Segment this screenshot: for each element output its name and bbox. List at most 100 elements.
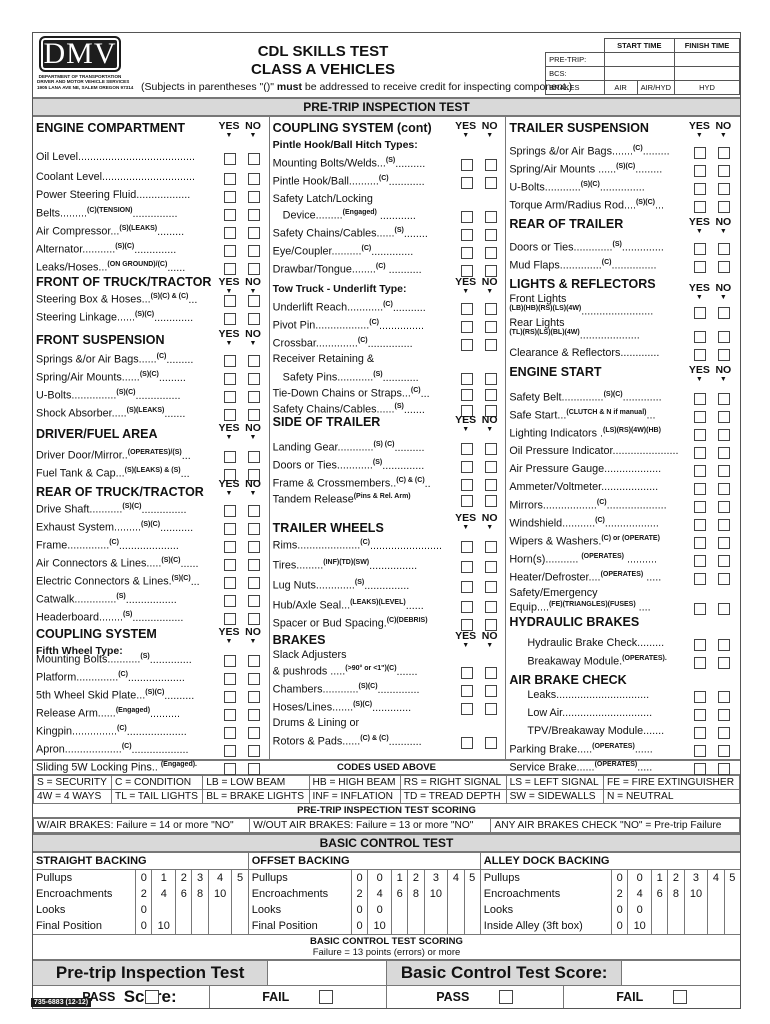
no-checkbox[interactable] xyxy=(718,147,731,159)
bct-score-cell[interactable]: 4 xyxy=(367,886,392,902)
yes-checkbox[interactable] xyxy=(694,555,707,567)
bct-score-cell[interactable] xyxy=(423,918,448,934)
bct-score-cell[interactable]: 0 xyxy=(350,869,368,886)
yes-checkbox[interactable] xyxy=(224,173,236,185)
no-checkbox[interactable] xyxy=(484,685,497,697)
bct-score-cell[interactable]: 5 xyxy=(463,869,481,886)
yes-checkbox[interactable] xyxy=(224,691,236,703)
yes-checkbox[interactable] xyxy=(460,229,473,241)
bct-score-cell[interactable] xyxy=(447,886,465,902)
no-checkbox[interactable] xyxy=(718,483,731,495)
yes-checkbox[interactable] xyxy=(224,263,236,275)
yes-checkbox[interactable] xyxy=(460,703,473,715)
bcs-finish-field[interactable] xyxy=(674,66,740,81)
yes-checkbox[interactable] xyxy=(694,147,707,159)
no-checkbox[interactable] xyxy=(484,443,497,455)
yes-checkbox[interactable] xyxy=(460,339,473,351)
pretrip-pass-checkbox[interactable] xyxy=(145,990,160,1004)
bct-score-cell[interactable]: 0 xyxy=(135,902,152,918)
yes-checkbox[interactable] xyxy=(460,581,473,593)
bct-score-cell[interactable]: 4 xyxy=(627,886,652,902)
bct-score-cell[interactable]: 3 xyxy=(191,869,209,886)
bct-score-cell[interactable]: 10 xyxy=(207,886,232,902)
yes-checkbox[interactable] xyxy=(694,261,707,273)
bct-score-cell[interactable]: 10 xyxy=(683,886,708,902)
brake-air[interactable]: AIR xyxy=(603,80,638,95)
bct-score-cell[interactable]: 0 xyxy=(135,918,152,934)
yes-checkbox[interactable] xyxy=(694,483,707,495)
yes-checkbox[interactable] xyxy=(224,763,236,775)
no-checkbox[interactable] xyxy=(248,655,260,667)
yes-checkbox[interactable] xyxy=(460,303,473,315)
yes-checkbox[interactable] xyxy=(694,657,707,669)
bct-score-cell[interactable] xyxy=(683,918,708,934)
bct-score-cell[interactable]: 0 xyxy=(627,902,652,918)
yes-checkbox[interactable] xyxy=(224,373,236,385)
bct-score-cell[interactable]: 0 xyxy=(350,902,368,918)
bct-score-cell[interactable] xyxy=(683,902,708,918)
no-checkbox[interactable] xyxy=(718,657,731,669)
yes-checkbox[interactable] xyxy=(460,389,473,401)
no-checkbox[interactable] xyxy=(718,555,731,567)
yes-checkbox[interactable] xyxy=(224,245,236,257)
bct-score-cell[interactable]: 0 xyxy=(350,918,368,934)
bct-score-cell[interactable]: 8 xyxy=(407,886,424,902)
no-checkbox[interactable] xyxy=(718,183,731,195)
no-checkbox[interactable] xyxy=(484,479,497,491)
no-checkbox[interactable] xyxy=(248,355,260,367)
no-checkbox[interactable] xyxy=(718,165,731,177)
no-checkbox[interactable] xyxy=(248,263,260,275)
yes-checkbox[interactable] xyxy=(460,541,473,553)
yes-checkbox[interactable] xyxy=(224,655,236,667)
bct-score-cell[interactable]: 5 xyxy=(231,869,249,886)
bct-score-cell[interactable]: 0 xyxy=(611,869,628,886)
no-checkbox[interactable] xyxy=(718,429,731,441)
bct-score-cell[interactable] xyxy=(463,886,481,902)
pretrip-score-field[interactable] xyxy=(268,961,387,985)
no-checkbox[interactable] xyxy=(718,691,731,703)
no-checkbox[interactable] xyxy=(484,177,497,189)
no-checkbox[interactable] xyxy=(718,727,731,739)
bct-score-cell[interactable] xyxy=(463,902,481,918)
bct-score-cell[interactable]: 4 xyxy=(207,869,232,886)
yes-checkbox[interactable] xyxy=(694,519,707,531)
bct-score-cell[interactable]: 2 xyxy=(135,886,152,902)
no-checkbox[interactable] xyxy=(484,303,497,315)
no-checkbox[interactable] xyxy=(484,373,497,385)
no-checkbox[interactable] xyxy=(718,349,731,361)
no-checkbox[interactable] xyxy=(248,153,260,165)
no-checkbox[interactable] xyxy=(718,639,731,651)
no-checkbox[interactable] xyxy=(248,673,260,685)
no-checkbox[interactable] xyxy=(484,541,497,553)
bct-score-cell[interactable]: 10 xyxy=(151,918,176,934)
bct-score-cell[interactable]: 1 xyxy=(151,869,176,886)
bct-score-cell[interactable] xyxy=(231,918,249,934)
yes-checkbox[interactable] xyxy=(460,685,473,697)
bct-score-cell[interactable]: 1 xyxy=(391,869,408,886)
brake-air-hyd[interactable]: AIR/HYD xyxy=(636,80,676,95)
bct-score-cell[interactable]: 4 xyxy=(707,869,725,886)
yes-checkbox[interactable] xyxy=(694,745,707,757)
yes-checkbox[interactable] xyxy=(460,373,473,385)
yes-checkbox[interactable] xyxy=(224,227,236,239)
bcs-start-field[interactable] xyxy=(603,66,676,81)
yes-checkbox[interactable] xyxy=(224,577,236,589)
yes-checkbox[interactable] xyxy=(694,393,707,405)
no-checkbox[interactable] xyxy=(718,331,731,343)
no-checkbox[interactable] xyxy=(484,703,497,715)
pretrip-start-field[interactable] xyxy=(603,52,676,67)
bct-score-cell[interactable] xyxy=(231,902,249,918)
no-checkbox[interactable] xyxy=(484,321,497,333)
bct-score-cell[interactable]: 5 xyxy=(723,869,740,886)
bct-score-cell[interactable] xyxy=(151,902,176,918)
no-checkbox[interactable] xyxy=(248,745,260,757)
yes-checkbox[interactable] xyxy=(460,737,473,749)
bct-score-cell[interactable]: 2 xyxy=(611,886,628,902)
pretrip-fail-checkbox[interactable] xyxy=(319,990,334,1004)
yes-checkbox[interactable] xyxy=(694,447,707,459)
bct-score-cell[interactable]: 4 xyxy=(151,886,176,902)
yes-checkbox[interactable] xyxy=(224,709,236,721)
no-checkbox[interactable] xyxy=(718,763,731,775)
brake-hyd[interactable]: HYD xyxy=(674,80,740,95)
no-checkbox[interactable] xyxy=(718,603,731,615)
